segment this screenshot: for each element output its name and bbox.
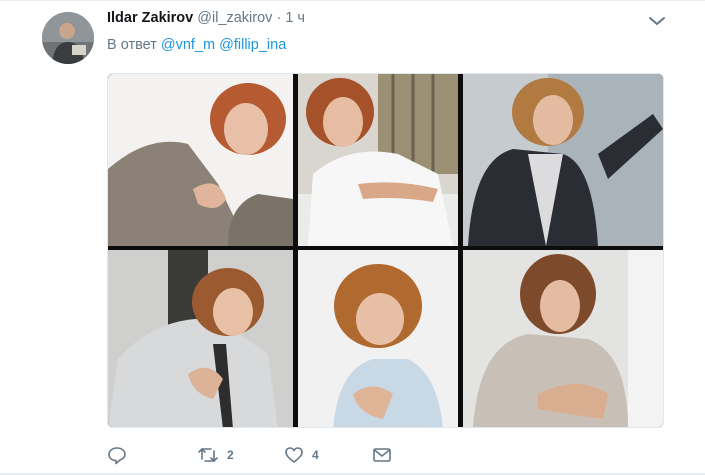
retweet-icon [197,445,219,465]
media-panel [298,74,458,246]
separator-dot: · [276,10,282,26]
reply-prefix: В ответ [107,37,157,53]
like-count: 4 [312,448,319,462]
media-panel [108,74,293,246]
media-panel [108,250,293,427]
caret-down-icon[interactable] [646,11,668,31]
author-handle[interactable]: @il_zakirov [197,10,272,26]
media-image[interactable] [107,73,664,428]
author-name[interactable]: Ildar Zakirov [107,10,193,26]
reply-context: В ответ @vnf_m @fillip_ina [107,37,286,53]
retweet-count: 2 [227,448,234,462]
reply-button[interactable] [107,444,135,466]
avatar[interactable] [42,12,94,64]
tweet-timestamp[interactable]: 1 ч [285,10,305,26]
envelope-icon [372,445,392,465]
reply-icon [107,445,127,465]
heart-icon [284,445,304,465]
mention-link[interactable]: @vnf_m [161,37,215,53]
divider-top [0,0,705,1]
media-panel [463,250,663,427]
media-panel [298,250,458,427]
tweet-header: Ildar Zakirov @il_zakirov · 1 ч [107,10,305,26]
like-button[interactable]: 4 [284,444,319,466]
tweet-card[interactable]: Ildar Zakirov @il_zakirov · 1 ч В ответ … [0,0,705,475]
retweet-button[interactable]: 2 [197,444,234,466]
media-panel [463,74,663,246]
mention-link[interactable]: @fillip_ina [219,37,286,53]
tweet-actions: 2 4 [107,444,507,466]
direct-message-button[interactable] [372,444,400,466]
